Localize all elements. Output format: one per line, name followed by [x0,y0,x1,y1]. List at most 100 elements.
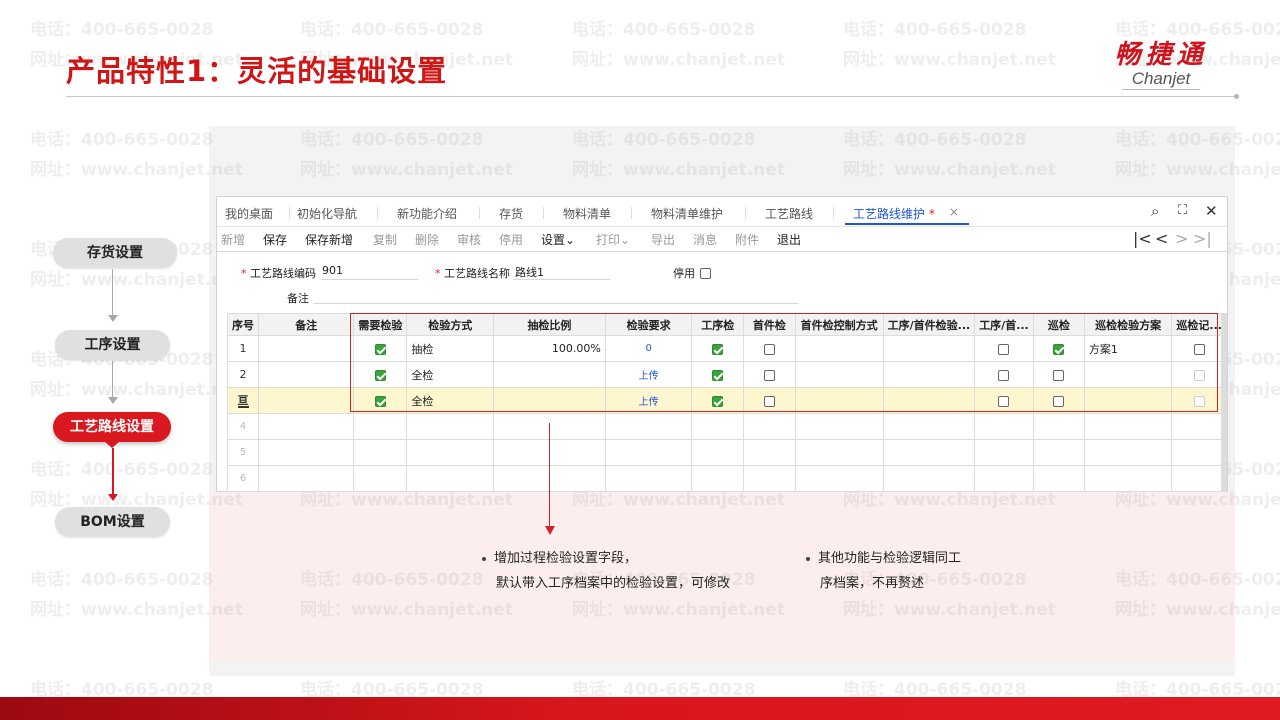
first-check-control-cell[interactable] [794,465,884,492]
check-requirement-cell[interactable] [604,465,693,492]
first-check-scheme-cell[interactable] [882,465,976,492]
table-row[interactable]: 4 [227,413,1227,440]
first-check-control-cell[interactable] [794,413,884,440]
delete-button[interactable]: 删除 [415,231,439,248]
check-requirement-cell[interactable] [604,439,693,466]
patrol-check-cell[interactable] [1032,439,1085,466]
process-check-cell[interactable] [691,465,745,492]
table-row[interactable]: 6 [227,465,1227,492]
tab-routing-maintenance[interactable]: 工艺路线维护 * [853,205,935,222]
remark-cell[interactable] [257,361,355,388]
save-button[interactable]: 保存 [263,231,287,248]
patrol-record-cell[interactable] [1171,413,1227,440]
first-check-scheme-cell[interactable] [882,413,976,440]
remark-cell[interactable] [257,387,355,414]
row-number: 亘 [227,387,259,414]
tab-my-desktop[interactable]: 我的桌面 [225,205,273,222]
process-check-cell[interactable] [691,413,745,440]
row-number: 6 [227,465,259,492]
message-button[interactable]: 消息 [693,231,717,248]
step-inventory-settings: 存货设置 [53,238,177,268]
step-connector-active [112,448,114,495]
new-button[interactable]: 新增 [221,231,245,248]
routing-name-underline [513,279,611,280]
tab-init-guide[interactable]: 初始化导航 [297,205,357,222]
remark-field[interactable] [313,303,799,304]
check-method-cell[interactable] [406,439,495,466]
patrol-record-cell[interactable] [1171,465,1227,492]
note-right-line1-text: 其他功能与检验逻辑同工 [818,551,962,566]
remark-cell[interactable] [257,465,355,492]
tab-separator [479,207,480,219]
process-first-cell[interactable] [974,439,1034,466]
close-icon[interactable]: ✕ [1205,202,1218,220]
column-header[interactable]: 序号 [227,313,259,336]
next-page-icon[interactable]: > [1175,229,1188,248]
fullscreen-icon[interactable]: ⛶ [1178,203,1187,218]
check-requirement-cell[interactable] [604,413,693,440]
process-first-cell[interactable] [974,465,1034,492]
print-dropdown[interactable]: 打印⌄ [596,231,630,248]
row-number: 2 [227,361,259,388]
tab-new-features[interactable]: 新功能介绍 [397,205,457,222]
tab-separator [833,207,834,219]
attachment-button[interactable]: 附件 [735,231,759,248]
export-button[interactable]: 导出 [651,231,675,248]
step-arrow [108,315,118,322]
bullet-icon [482,556,486,561]
new-fields-highlight [350,313,1218,412]
exit-button[interactable]: 退出 [777,231,801,248]
search-icon[interactable]: ⌕ [1151,202,1159,220]
check-method-cell[interactable] [406,465,495,492]
need-check-cell[interactable] [353,465,408,492]
first-check-scheme-cell[interactable] [882,439,976,466]
disable-button[interactable]: 停用 [499,231,523,248]
remark-cell[interactable] [257,335,355,362]
save-new-button[interactable]: 保存新增 [305,231,353,248]
row-edit-icon[interactable]: 亘 [237,395,249,408]
tab-close-icon[interactable]: × [949,205,959,219]
patrol-check-cell[interactable] [1032,465,1085,492]
logo-chinese: 畅捷通 [1114,40,1208,70]
patrol-scheme-cell[interactable] [1083,439,1173,466]
step-arrow [108,397,118,404]
disable-checkbox[interactable] [700,263,711,282]
patrol-scheme-cell[interactable] [1083,413,1173,440]
audit-button[interactable]: 审核 [457,231,481,248]
check-method-cell[interactable] [406,413,495,440]
first-check-cell[interactable] [743,413,796,440]
column-header[interactable]: 备注 [257,313,355,336]
routing-name-field[interactable]: 路线1 [515,264,544,280]
first-page-icon[interactable]: |< [1133,229,1152,248]
first-check-control-cell[interactable] [794,439,884,466]
first-check-cell[interactable] [743,465,796,492]
tab-bom-maintenance[interactable]: 物料清单维护 [651,205,723,222]
prev-page-icon[interactable]: < [1155,229,1168,248]
watermark-phone: 电话：400-665-0028 [30,20,214,40]
table-scrollbar[interactable] [1221,313,1226,491]
tab-bom[interactable]: 物料清单 [563,205,611,222]
need-check-cell[interactable] [353,413,408,440]
first-check-cell[interactable] [743,439,796,466]
routing-code-underline [321,279,419,280]
last-page-icon[interactable]: >| [1193,229,1212,248]
routing-name-label-text: 工艺路线名称 [444,267,510,280]
step-bom-settings: BOM设置 [55,507,170,537]
need-check-cell[interactable] [353,439,408,466]
settings-dropdown[interactable]: 设置⌄ [541,231,575,248]
process-check-cell[interactable] [691,439,745,466]
row-number: 5 [227,439,259,466]
tab-routing[interactable]: 工艺路线 [765,205,813,222]
copy-button[interactable]: 复制 [373,231,397,248]
patrol-scheme-cell[interactable] [1083,465,1173,492]
patrol-record-cell[interactable] [1171,439,1227,466]
patrol-check-cell[interactable] [1032,413,1085,440]
note-right-line2: 序档案，不再赘述 [820,576,925,591]
remark-cell[interactable] [257,413,355,440]
table-row[interactable]: 5 [227,439,1227,466]
remark-cell[interactable] [257,439,355,466]
routing-code-label-text: 工艺路线编码 [250,267,316,280]
routing-code-field[interactable]: 901 [322,264,343,277]
tab-inventory[interactable]: 存货 [499,205,523,222]
process-first-cell[interactable] [974,413,1034,440]
